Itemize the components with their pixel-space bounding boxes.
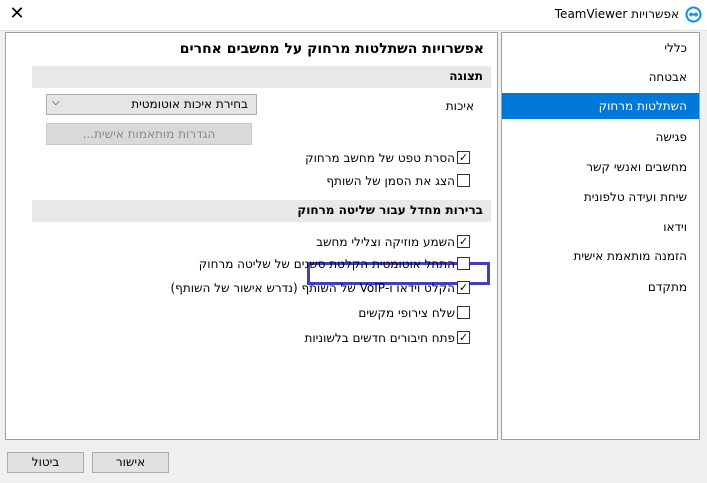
sidebar-item-advanced[interactable]: מתקדם [502,274,699,300]
send-key-combinations-label: שלח צירופי מקשים [358,306,455,320]
display-section-header: תצוגה [32,66,491,88]
page-title: אפשרויות השתלטות מרחוק על מחשבים אחרים [179,41,484,57]
defaults-section-title: ברירות מחדל עבור שליטה מרחוק [297,203,483,217]
cancel-button[interactable]: ביטול [7,452,84,473]
ok-button[interactable]: אישור [92,452,169,473]
show-partner-cursor-label: הצג את הסמן של השותף [326,174,455,188]
quality-select[interactable]: בחירת איכות אוטומטית ⌵ [46,94,257,115]
auto-record-label: התחל אוטומטית הקלטת סשנים של שליטה מרחוק [198,257,455,271]
auto-record-checkbox[interactable] [457,257,470,270]
close-icon[interactable]: ✕ [6,3,28,25]
chevron-down-icon: ⌵ [52,97,60,108]
remove-wallpaper-label: הסרת טפט של מחשב מרחוק [305,151,455,165]
play-sounds-checkbox[interactable]: ✓ [457,235,470,248]
show-partner-cursor-checkbox[interactable] [457,174,470,187]
sidebar-item-custom-invitation[interactable]: הזמנה מותאמת אישית [502,243,699,269]
window-title: TeamViewer אפשרויות [554,7,679,21]
custom-settings-button: הגדרות מותאמות אישית... [46,123,252,145]
play-sounds-label: השמע מוזיקה וצלילי מחשב [316,235,455,249]
sidebar-item-general[interactable]: כללי [502,35,699,61]
sidebar-item-security[interactable]: אבטחה [502,64,699,90]
open-in-tabs-label: פתח חיבורים חדשים בלשוניות [304,331,455,345]
teamviewer-logo-icon [685,6,702,23]
remote-control-options-panel: אפשרויות השתלטות מרחוק על מחשבים אחרים ת… [5,32,498,440]
sidebar-item-computers-contacts[interactable]: מחשבים ואנשי קשר [502,154,699,180]
record-partner-video-label: הקלט וידאו ו-VoIP של השותף (נדרש אישור ש… [170,281,455,295]
send-key-combinations-checkbox[interactable] [457,306,470,319]
display-section-title: תצוגה [449,69,483,83]
quality-select-value: בחירת איכות אוטומטית [131,97,248,111]
sidebar-item-remote-control[interactable]: השתלטות מרחוק [502,93,699,119]
record-partner-video-checkbox[interactable]: ✓ [457,281,470,294]
sidebar-item-conference-call[interactable]: שיחת ועידה טלפונית [502,184,699,210]
open-in-tabs-checkbox[interactable]: ✓ [457,331,470,344]
options-category-list: כללי אבטחה השתלטות מרחוק פגישה מחשבים וא… [501,32,700,440]
defaults-section-header: ברירות מחדל עבור שליטה מרחוק [32,200,491,222]
remove-wallpaper-checkbox[interactable]: ✓ [457,151,470,164]
title-bar: ✕ TeamViewer אפשרויות [0,0,707,31]
sidebar-item-video[interactable]: וידאו [502,214,699,240]
quality-label: איכות [445,99,474,113]
sidebar-item-meeting[interactable]: פגישה [502,124,699,150]
